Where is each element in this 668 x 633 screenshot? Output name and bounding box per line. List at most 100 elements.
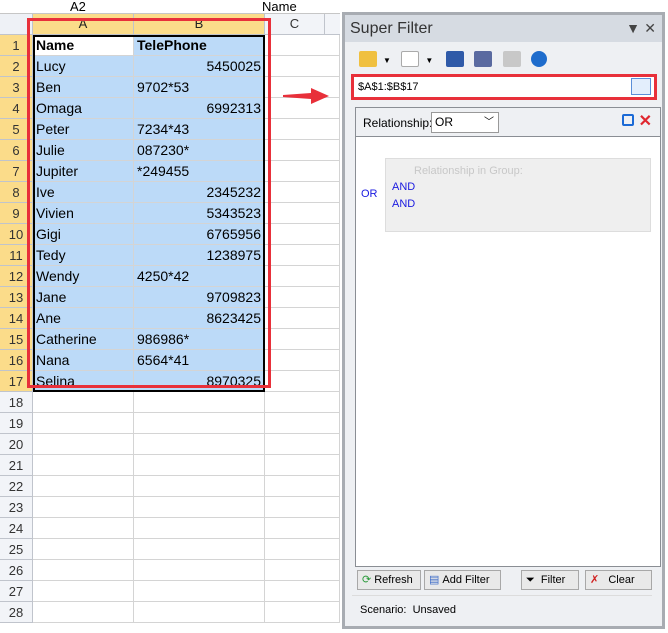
row-header[interactable]: 28 — [0, 602, 33, 623]
cell[interactable]: Ane — [33, 308, 134, 329]
select-all-corner[interactable] — [0, 14, 33, 35]
row-header[interactable]: 22 — [0, 476, 33, 497]
cell[interactable]: 1238975 — [134, 245, 265, 266]
chevron-down-icon[interactable]: ▼ — [383, 56, 391, 65]
header-cell[interactable]: TelePhone — [134, 35, 265, 56]
cell[interactable]: *249455 — [134, 161, 265, 182]
row-header[interactable]: 16 — [0, 350, 33, 371]
cell[interactable] — [134, 476, 265, 497]
cell[interactable] — [33, 476, 134, 497]
cell[interactable]: 2345232 — [134, 182, 265, 203]
cell[interactable] — [33, 497, 134, 518]
filter-button[interactable]: ⏷ Filter — [521, 570, 579, 590]
row-header[interactable]: 8 — [0, 182, 33, 203]
cell[interactable] — [265, 203, 340, 224]
cell[interactable]: Tedy — [33, 245, 134, 266]
cell[interactable]: Vivien — [33, 203, 134, 224]
add-group-icon[interactable] — [622, 114, 634, 126]
cell[interactable] — [265, 224, 340, 245]
cell[interactable] — [265, 308, 340, 329]
cell[interactable] — [265, 350, 340, 371]
cell[interactable]: 9702*53 — [134, 77, 265, 98]
panel-menu-icon[interactable]: ▼ — [626, 15, 640, 42]
cell[interactable]: 8970325 — [134, 371, 265, 392]
cell[interactable]: Lucy — [33, 56, 134, 77]
cell[interactable] — [265, 434, 340, 455]
outer-relation[interactable]: OR — [361, 188, 378, 200]
cell[interactable] — [265, 560, 340, 581]
delete-icon[interactable]: ✕ — [639, 111, 652, 131]
cell[interactable] — [265, 539, 340, 560]
cell[interactable] — [33, 560, 134, 581]
cell[interactable] — [33, 602, 134, 623]
cell[interactable] — [265, 266, 340, 287]
cell[interactable] — [265, 392, 340, 413]
row-header[interactable]: 17 — [0, 371, 33, 392]
cell[interactable]: 5343523 — [134, 203, 265, 224]
cell[interactable] — [265, 245, 340, 266]
save-icon[interactable] — [445, 50, 464, 67]
cell[interactable]: Peter — [33, 119, 134, 140]
cell[interactable] — [265, 581, 340, 602]
row-header[interactable]: 26 — [0, 560, 33, 581]
refresh-button[interactable]: ⟳ Refresh — [357, 570, 421, 590]
row-header[interactable]: 11 — [0, 245, 33, 266]
cell[interactable]: 6564*41 — [134, 350, 265, 371]
row-header[interactable]: 15 — [0, 329, 33, 350]
cell[interactable]: 986986* — [134, 329, 265, 350]
cell[interactable]: 6765956 — [134, 224, 265, 245]
cell[interactable]: Jane — [33, 287, 134, 308]
cell[interactable]: 9709823 — [134, 287, 265, 308]
cell[interactable]: 8623425 — [134, 308, 265, 329]
save-as-icon[interactable] — [474, 50, 493, 67]
spreadsheet-grid[interactable]: A B C 1 Name TelePhone 2 Lucy 5450025 3 Ben 9702*53… — [0, 14, 340, 633]
row-header[interactable]: 21 — [0, 455, 33, 476]
cell[interactable] — [33, 434, 134, 455]
cell[interactable] — [134, 581, 265, 602]
name-box[interactable]: A2 — [70, 0, 86, 13]
cell[interactable] — [33, 413, 134, 434]
cell[interactable] — [33, 392, 134, 413]
cell[interactable] — [265, 329, 340, 350]
row-header[interactable]: 4 — [0, 98, 33, 119]
cell[interactable]: Julie — [33, 140, 134, 161]
row-header[interactable]: 2 — [0, 56, 33, 77]
row-header[interactable]: 3 — [0, 77, 33, 98]
cell[interactable] — [134, 560, 265, 581]
row-header[interactable]: 24 — [0, 518, 33, 539]
row-header[interactable]: 14 — [0, 308, 33, 329]
manage-scenarios-icon[interactable] — [502, 50, 521, 67]
row-header[interactable]: 23 — [0, 497, 33, 518]
cell[interactable] — [134, 413, 265, 434]
clear-button[interactable]: ✗ Clear — [585, 570, 652, 590]
row-header[interactable]: 25 — [0, 539, 33, 560]
row-header[interactable]: 1 — [0, 35, 33, 56]
cell[interactable]: Ive — [33, 182, 134, 203]
cell[interactable] — [265, 140, 340, 161]
cell[interactable] — [134, 539, 265, 560]
column-header[interactable]: B — [134, 14, 265, 35]
cell[interactable] — [33, 539, 134, 560]
help-icon[interactable] — [531, 50, 548, 67]
chevron-down-icon[interactable]: ▼ — [425, 56, 433, 65]
row-header[interactable]: 13 — [0, 287, 33, 308]
cell[interactable]: Gigi — [33, 224, 134, 245]
cell[interactable]: Wendy — [33, 266, 134, 287]
cell[interactable] — [134, 455, 265, 476]
cell[interactable] — [265, 56, 340, 77]
column-header[interactable]: C — [265, 14, 325, 35]
cell[interactable] — [265, 518, 340, 539]
cell[interactable] — [134, 392, 265, 413]
cell[interactable]: 087230* — [134, 140, 265, 161]
row-header[interactable]: 12 — [0, 266, 33, 287]
cell[interactable] — [265, 497, 340, 518]
cell[interactable]: Ben — [33, 77, 134, 98]
open-folder-icon[interactable] — [359, 50, 377, 67]
row-header[interactable]: 20 — [0, 434, 33, 455]
cell[interactable] — [33, 518, 134, 539]
column-header[interactable] — [325, 14, 340, 35]
row-header[interactable]: 10 — [0, 224, 33, 245]
cell[interactable] — [265, 371, 340, 392]
row-header[interactable]: 5 — [0, 119, 33, 140]
cell[interactable] — [134, 602, 265, 623]
